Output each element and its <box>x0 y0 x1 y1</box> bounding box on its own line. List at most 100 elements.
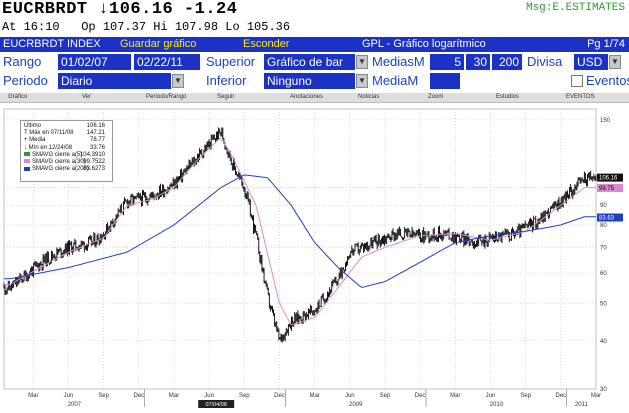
x-month-label: Jun <box>204 393 214 399</box>
legend-swatch <box>24 166 30 171</box>
legend-row: Último 106.16 <box>24 123 109 130</box>
x-month-label: Sep <box>520 393 531 399</box>
legend-label: Último <box>24 123 42 129</box>
x-year-label: 2007 <box>68 402 82 408</box>
toolbar-eventos[interactable]: EVENTOS <box>566 94 595 100</box>
x-month-label: Mar <box>591 393 601 399</box>
period-select[interactable]: Diario <box>58 73 171 89</box>
mediam-field[interactable] <box>430 73 460 89</box>
chevron-down-icon[interactable]: ▼ <box>172 74 184 88</box>
ma3-field[interactable]: 200 <box>492 54 522 70</box>
toolbar-noticias[interactable]: Noticias <box>358 94 379 100</box>
ticker-title: EUCRBRDT ↓106.16 -1.24 <box>2 0 238 19</box>
currency-label: Divisa <box>527 54 563 69</box>
range-label: Rango <box>3 54 42 69</box>
page-indicator: Pg 1/74 <box>587 38 625 50</box>
price-tag-label: 83.63 <box>599 216 615 222</box>
x-month-label: Sep <box>98 393 109 399</box>
x-month-label: Jun <box>486 393 496 399</box>
legend-value: 78.77 <box>89 137 105 144</box>
x-month-label: Jun <box>345 393 355 399</box>
toolbar-seguir[interactable]: Seguir <box>217 94 234 100</box>
legend-row: T Máx en 07/11/08 147.21 <box>24 130 109 137</box>
legend-row: + Media 78.77 <box>24 137 109 144</box>
x-month-label: Mar <box>28 393 38 399</box>
events-label: Eventos <box>586 73 629 88</box>
function-title: GPL - Gráfico logarítmico <box>362 38 486 50</box>
chevron-down-icon[interactable]: ▼ <box>356 74 368 88</box>
toolbar-grafico[interactable]: Gráfico <box>8 94 27 100</box>
toolbar-ver[interactable]: Ver <box>82 94 91 100</box>
y-tick-label: 40 <box>600 339 607 345</box>
save-chart-button[interactable]: Guardar gráfico <box>120 38 196 50</box>
x-month-label: Mar <box>450 393 460 399</box>
x-month-label: Dec <box>555 393 566 399</box>
upper-label: Superior <box>206 54 256 69</box>
legend-value: 83.6273 <box>83 166 105 173</box>
price-tag-label: 106.16 <box>599 176 618 182</box>
quote-line: At 16:10 Op 107.37 Hi 107.98 Lo 105.36 <box>0 20 629 36</box>
legend-value: 33.76 <box>89 144 105 151</box>
legend-label: + Media <box>24 137 46 144</box>
legend-swatch <box>24 159 30 164</box>
function-bar: EUCRBRDT INDEX Guardar gráfico Esconder … <box>0 37 629 52</box>
x-month-label: Mar <box>309 393 319 399</box>
security-name: EUCRBRDT INDEX <box>3 38 101 50</box>
x-month-label: Sep <box>380 393 391 399</box>
x-year-label: 2011 <box>575 402 589 408</box>
hide-button[interactable]: Esconder <box>243 38 289 50</box>
y-tick-label: 60 <box>600 271 607 277</box>
quote-text: At 16:10 Op 107.37 Hi 107.98 Lo 105.36 <box>2 20 291 34</box>
x-month-label: Dec <box>133 393 144 399</box>
message-indicator[interactable]: Msg:E.ESTIMATES <box>526 2 625 14</box>
legend-value: 104.3910 <box>79 151 105 158</box>
settings-row-1: Rango 01/02/07 02/22/11 Superior Gráfico… <box>0 53 629 71</box>
toolbar-estudios[interactable]: Estudios <box>496 94 519 100</box>
x-year-label: 2010 <box>490 402 504 408</box>
legend-row: ↓ Mín en 12/24/08 33.76 <box>24 145 109 152</box>
x-month-label: Jun <box>64 393 74 399</box>
events-checkbox[interactable] <box>571 75 583 87</box>
x-month-label: Dec <box>274 393 285 399</box>
lower-select[interactable]: Ninguno <box>264 73 355 89</box>
mediam-label: MediaM <box>372 73 419 88</box>
legend-row: SMAVG cierre a(5) 104.3910 <box>24 152 109 159</box>
chart-toolbar: Gráfico Ver Período/Rango Seguir Anotaci… <box>0 93 629 103</box>
chevron-down-icon[interactable]: ▼ <box>356 55 368 69</box>
y-tick-label: 90 <box>600 203 607 209</box>
x-month-label: Mar <box>169 393 179 399</box>
period-label: Periodo <box>3 73 48 88</box>
range-end-field[interactable]: 02/22/11 <box>134 54 200 70</box>
toolbar-anotaciones[interactable]: Anotaciones <box>290 94 323 100</box>
chart-legend: Último 106.16 T Máx en 07/11/08 147.21 + Med… <box>20 120 113 182</box>
settings-row-2: Periodo Diario ▼ Inferior Ninguno ▼ Medi… <box>0 72 629 90</box>
legend-label: SMAVG cierre a(5) <box>32 151 83 158</box>
currency-select[interactable]: USD <box>574 54 608 70</box>
legend-swatch <box>24 152 30 157</box>
legend-value: 147.21 <box>86 130 105 137</box>
x-month-label: Sep <box>239 393 250 399</box>
legend-row: SMAVG cierre a(200) 83.6273 <box>24 166 109 173</box>
ma2-field[interactable]: 30 <box>466 54 490 70</box>
y-tick-label: 50 <box>600 302 607 308</box>
legend-label: ↓ Mín en 12/24/08 <box>24 144 73 151</box>
highlight-date-label: 07/04/08 <box>205 402 226 408</box>
y-tick-label: 70 <box>600 245 607 251</box>
legend-label: T Máx en 07/11/08 <box>24 130 74 137</box>
y-tick-label: 80 <box>600 223 607 229</box>
x-year-label: 2009 <box>349 402 363 408</box>
chevron-down-icon[interactable]: ▼ <box>609 55 621 69</box>
medias-label: MediasM <box>372 54 425 69</box>
price-tag-label: 99.75 <box>599 186 615 192</box>
legend-row: SMAVG cierre a(30) 99.7522 <box>24 159 109 166</box>
ticker-bar: EUCRBRDT ↓106.16 -1.24 Msg:E.ESTIMATES <box>0 0 629 20</box>
upper-select[interactable]: Gráfico de bar <box>264 54 355 70</box>
legend-label: SMAVG cierre a(30) <box>32 158 86 165</box>
toolbar-periodo[interactable]: Período/Rango <box>146 94 186 100</box>
legend-value: 99.7522 <box>83 158 105 165</box>
y-tick-label: 150 <box>600 118 611 124</box>
ma1-field[interactable]: 5 <box>430 54 464 70</box>
toolbar-zoom[interactable]: Zoom <box>428 94 443 100</box>
range-start-field[interactable]: 01/02/07 <box>58 54 131 70</box>
legend-label: SMAVG cierre a(200) <box>32 166 89 173</box>
